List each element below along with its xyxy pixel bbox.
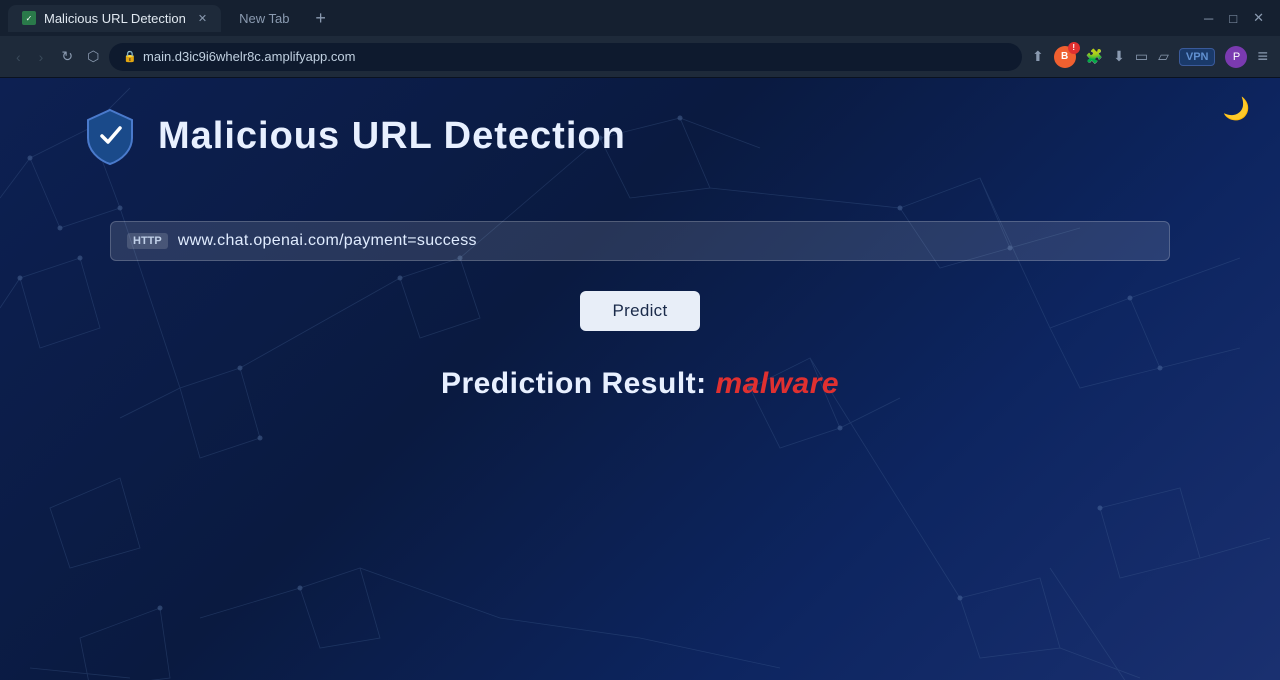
shield-logo	[80, 106, 140, 166]
predict-section: Predict	[0, 291, 1280, 331]
url-display: main.d3ic9i6whelr8c.amplifyapp.com	[143, 49, 355, 64]
downloads-icon[interactable]: ⬇	[1113, 48, 1125, 65]
tab-active-label: Malicious URL Detection	[44, 11, 186, 26]
tab-close-button[interactable]: ✕	[198, 12, 207, 25]
tab-active[interactable]: ✓ Malicious URL Detection ✕	[8, 5, 221, 32]
app-header: Malicious URL Detection	[0, 78, 1280, 166]
result-section: Prediction Result: malware	[0, 367, 1280, 401]
app-title: Malicious URL Detection	[158, 115, 626, 158]
result-text: Prediction Result: malware	[441, 367, 839, 400]
tab-inactive-label: New Tab	[239, 11, 289, 26]
minimize-button[interactable]: ─	[1204, 11, 1213, 26]
url-input-field[interactable]	[178, 232, 1153, 250]
profile-icon[interactable]: P	[1225, 46, 1247, 68]
bookmark-button[interactable]: ⬡	[87, 48, 99, 65]
result-label: Prediction Result:	[441, 367, 716, 400]
back-button[interactable]: ‹	[12, 47, 25, 67]
new-tab-button[interactable]: +	[307, 8, 334, 29]
app-content: 🌙 Malicious URL Detection HTTP Predict P…	[0, 78, 1280, 680]
http-badge: HTTP	[127, 233, 168, 249]
refresh-button[interactable]: ↻	[57, 46, 77, 67]
predict-button[interactable]: Predict	[580, 291, 699, 331]
tab-favicon: ✓	[22, 11, 36, 25]
brave-shield-badge: !	[1068, 42, 1080, 54]
url-section: HTTP	[110, 221, 1170, 261]
address-input[interactable]: 🔒 main.d3ic9i6whelr8c.amplifyapp.com	[109, 43, 1022, 71]
extensions-icon[interactable]: 🧩	[1086, 48, 1103, 65]
tab-bar: ✓ Malicious URL Detection ✕ New Tab + ─ …	[0, 0, 1280, 36]
toolbar-right: ⬆ B ! 🧩 ⬇ ▭ ▱ VPN P ≡	[1032, 46, 1268, 68]
result-value: malware	[715, 367, 839, 400]
url-input-box: HTTP	[110, 221, 1170, 261]
window-controls: ─ □ ✕	[1204, 10, 1272, 26]
vpn-badge[interactable]: VPN	[1179, 48, 1216, 66]
share-icon[interactable]: ⬆	[1032, 48, 1044, 65]
maximize-button[interactable]: □	[1229, 11, 1237, 26]
tab-inactive[interactable]: New Tab	[225, 5, 303, 32]
screen-icon[interactable]: ▱	[1158, 48, 1169, 65]
lock-icon: 🔒	[123, 50, 137, 63]
address-bar-row: ‹ › ↻ ⬡ 🔒 main.d3ic9i6whelr8c.amplifyapp…	[0, 36, 1280, 78]
close-button[interactable]: ✕	[1253, 10, 1264, 26]
sidebar-icon[interactable]: ▭	[1135, 48, 1148, 65]
menu-icon[interactable]: ≡	[1257, 46, 1268, 67]
browser-chrome: ✓ Malicious URL Detection ✕ New Tab + ─ …	[0, 0, 1280, 78]
brave-shield-icon[interactable]: B !	[1054, 46, 1076, 68]
forward-button[interactable]: ›	[35, 47, 48, 67]
shield-svg	[80, 106, 140, 166]
